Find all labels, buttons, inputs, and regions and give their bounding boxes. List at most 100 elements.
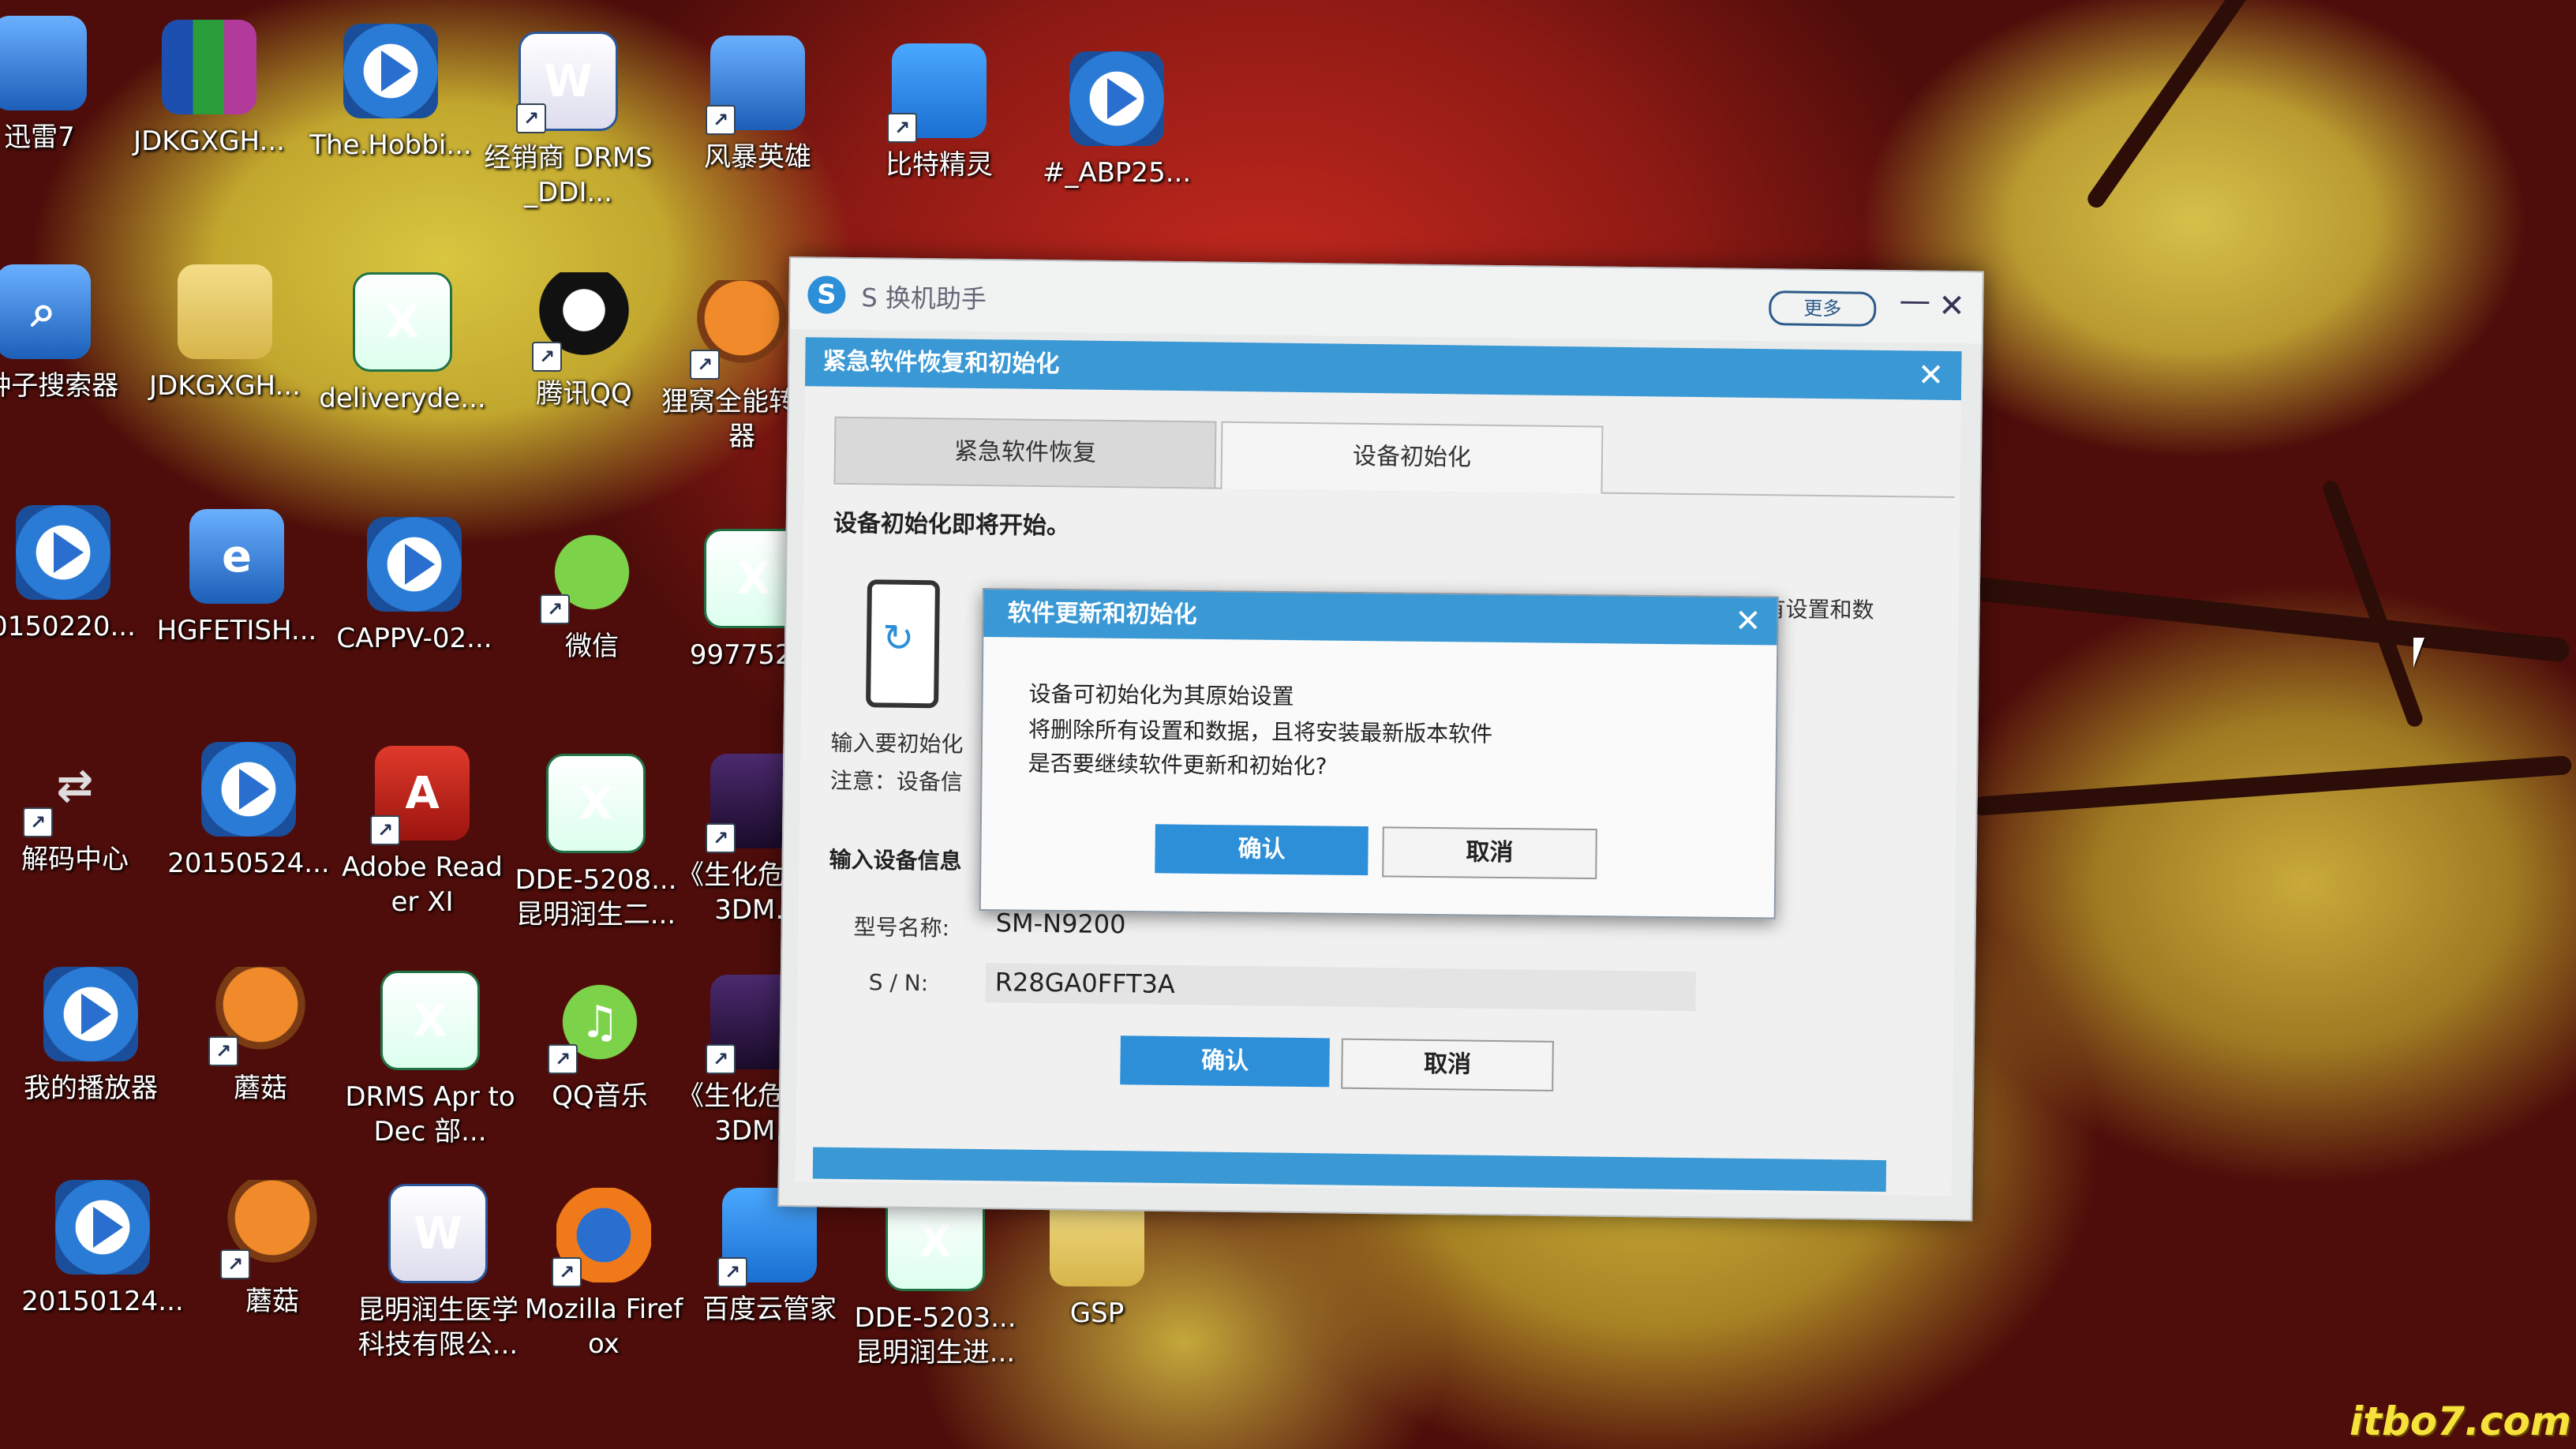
wechat-icon: ↗	[540, 525, 639, 624]
mouse-cursor-icon	[2413, 638, 2424, 668]
desktop-icon-label: QQ音乐	[552, 1080, 648, 1112]
desktop-icon-label: HGFETISH...	[156, 615, 317, 646]
desktop-icon-drms-apr-dec[interactable]: X DRMS Apr to Dec 部...	[343, 971, 517, 1149]
desktop-icon-label: 经销商 DRMS_DDI...	[484, 142, 653, 208]
note-text-partial: 注意：设备信	[829, 767, 964, 796]
shortcut-arrow-icon: ↗	[706, 1044, 736, 1074]
modal-confirm-button[interactable]: 确认	[1155, 824, 1368, 876]
desktop-icon-firefox[interactable]: ↗ Mozilla Firefox	[517, 1188, 691, 1361]
shortcut-arrow-icon: ↗	[706, 823, 736, 853]
minimize-icon[interactable]: —	[1899, 283, 1931, 319]
desktop-icon-label: CAPPV-02...	[336, 623, 492, 654]
shortcut-arrow-icon: ↗	[552, 1257, 582, 1287]
device-info-heading: 输入设备信息	[829, 846, 962, 874]
desktop-icon-bitspirit[interactable]: ↗ 比特精灵	[852, 43, 1026, 182]
converter-icon: ↗	[690, 280, 789, 380]
desktop-icon-jdkgxgh-archive[interactable]: JDKGXGH...	[122, 20, 296, 159]
wallpaper-branch	[2084, 0, 2271, 212]
desktop-icon-jdkgxgh-folder[interactable]: JDKGXGH...	[138, 264, 312, 403]
progress-bar	[812, 1147, 1887, 1193]
desktop-icon-dde-5203[interactable]: X DDE-5203... 昆明润生进...	[848, 1192, 1022, 1370]
desktop-icon-label: DDE-5208... 昆明润生二...	[515, 864, 677, 930]
desktop-icon-heroes-of-storm[interactable]: ↗ 风暴英雄	[671, 36, 844, 174]
tab-device-initialization[interactable]: 设备初始化	[1220, 421, 1604, 494]
video-player-icon	[367, 517, 462, 612]
desktop-icon-label: DDE-5203... 昆明润生进...	[854, 1302, 1017, 1368]
desktop-icon-wechat[interactable]: ↗ 微信	[505, 525, 679, 664]
shortcut-arrow-icon: ↗	[208, 1036, 238, 1066]
close-icon[interactable]: ✕	[1938, 288, 1965, 324]
desktop-icon-qq[interactable]: ↗ 腾讯QQ	[497, 272, 671, 411]
desktop-icon-hgfetish-link[interactable]: e HGFETISH...	[150, 509, 324, 648]
video-player-icon	[201, 742, 296, 837]
excel-document-icon: X	[353, 272, 452, 372]
desktop-icon-label: 我的播放器	[24, 1073, 158, 1104]
desktop-icon-label: Adobe Reader XI	[342, 852, 503, 918]
desktop-icon-baidu-cloud[interactable]: ↗ 百度云管家	[683, 1188, 856, 1327]
wallpaper-branch	[1972, 755, 2572, 816]
desktop-icon-drms-doc[interactable]: W ↗ 经销商 DRMS_DDI...	[481, 32, 655, 210]
search-magnifier-icon: ⌕	[0, 264, 91, 359]
confirm-button[interactable]: 确认	[1120, 1035, 1330, 1088]
desktop-icon-20150124-video[interactable]: 20150124...	[16, 1180, 189, 1319]
tab-emergency-recovery[interactable]: 紧急软件恢复	[833, 416, 1217, 488]
wallpaper-branch	[1893, 568, 2570, 663]
desktop-icon-kunming-doc[interactable]: W 昆明润生医学科技有限公...	[351, 1184, 525, 1362]
confirmation-modal: 软件更新和初始化 ✕ 设备可初始化为其原始设置 将删除所有设置和数据，且将安装最…	[979, 588, 1779, 919]
desktop-icon-label: Mozilla Firefox	[524, 1294, 683, 1360]
desktop-icon-xunlei[interactable]: 迅雷7	[0, 16, 126, 155]
qq-music-icon: ♫ ↗	[548, 975, 647, 1074]
input-prompt-partial: 输入要初始化	[830, 729, 964, 758]
desktop-icon-deliveryde[interactable]: X deliveryde...	[316, 272, 489, 416]
shortcut-arrow-icon: ↗	[532, 342, 562, 372]
modal-message-line-3: 是否要继续软件更新和初始化?	[1028, 750, 1327, 780]
desktop-icon-label: 0150220...	[0, 611, 136, 642]
desktop-icon-decoder-center[interactable]: ⇄ ↗ 解码中心	[0, 738, 162, 877]
more-button[interactable]: 更多	[1769, 290, 1877, 327]
video-player-icon	[55, 1180, 150, 1275]
phone-icon: ↻	[866, 579, 941, 709]
excel-document-icon: X	[380, 971, 480, 1070]
word-document-icon: W ↗	[516, 32, 618, 133]
refresh-icon: ↻	[882, 616, 915, 661]
modal-title: 软件更新和初始化	[1007, 599, 1197, 629]
desktop-icon-gsp-folder[interactable]: GSP	[1010, 1192, 1184, 1331]
desktop-icon-abp25-video[interactable]: #_ABP25...	[1030, 51, 1204, 190]
mushroom-icon: ↗	[208, 967, 308, 1066]
desktop-icon-label: 解码中心	[21, 844, 129, 875]
initialization-heading: 设备初始化即将开始。	[833, 509, 1071, 541]
modal-cancel-button[interactable]: 取消	[1382, 826, 1597, 880]
shortcut-arrow-icon: ↗	[23, 807, 53, 837]
desktop-icon-dde-5208[interactable]: X DDE-5208... 昆明润生二...	[509, 754, 683, 932]
desktop-icon-cappv-video[interactable]: CAPPV-02...	[328, 517, 501, 656]
shortcut-arrow-icon: ↗	[548, 1044, 578, 1074]
desktop-icon-torrent-search[interactable]: ⌕ P种子搜索器	[0, 264, 130, 403]
recovery-dialog-header: 紧急软件恢复和初始化 ✕	[804, 337, 1962, 401]
cancel-button[interactable]: 取消	[1341, 1038, 1554, 1091]
shortcut-arrow-icon: ↗	[717, 1257, 747, 1287]
desktop-icon-0150220-video[interactable]: 0150220...	[0, 505, 150, 644]
close-icon[interactable]: ✕	[1917, 350, 1944, 399]
desktop-icon-mushroom-2[interactable]: ↗ 蘑菇	[185, 1180, 359, 1319]
close-icon[interactable]: ✕	[1735, 597, 1762, 645]
app-titlebar[interactable]: S S 换机助手 更多 — ✕	[789, 258, 1983, 344]
wallpaper-branch	[2320, 478, 2425, 729]
desktop-icon-20150524-video[interactable]: 20150524...	[162, 742, 335, 881]
modal-header: 软件更新和初始化 ✕	[983, 590, 1777, 646]
desktop-icon-my-player[interactable]: 我的播放器	[4, 967, 178, 1106]
mushroom-icon: ↗	[220, 1180, 320, 1279]
desktop-icon-label: GSP	[1069, 1297, 1125, 1329]
decoder-arrows-icon: ⇄ ↗	[23, 738, 122, 837]
desktop-icon-adobe-reader[interactable]: A ↗ Adobe Reader XI	[335, 746, 509, 919]
desktop-icon-label: 风暴英雄	[704, 141, 811, 173]
desktop-icon-label: #_ABP25...	[1042, 157, 1192, 189]
desktop-icon-mushroom-1[interactable]: ↗ 蘑菇	[174, 967, 347, 1106]
desktop-icon-hobbit-video[interactable]: The.Hobbi...	[304, 24, 477, 163]
desktop-icon-qq-music[interactable]: ♫ ↗ QQ音乐	[513, 975, 687, 1114]
tab-bar: 紧急软件恢复 设备初始化	[833, 416, 1956, 499]
internet-explorer-icon: e	[189, 509, 284, 604]
site-watermark: itbo7.com	[2349, 1398, 2571, 1444]
firefox-icon: ↗	[552, 1188, 651, 1287]
desktop-icon-label: 腾讯QQ	[536, 378, 632, 410]
video-player-icon	[43, 967, 138, 1061]
